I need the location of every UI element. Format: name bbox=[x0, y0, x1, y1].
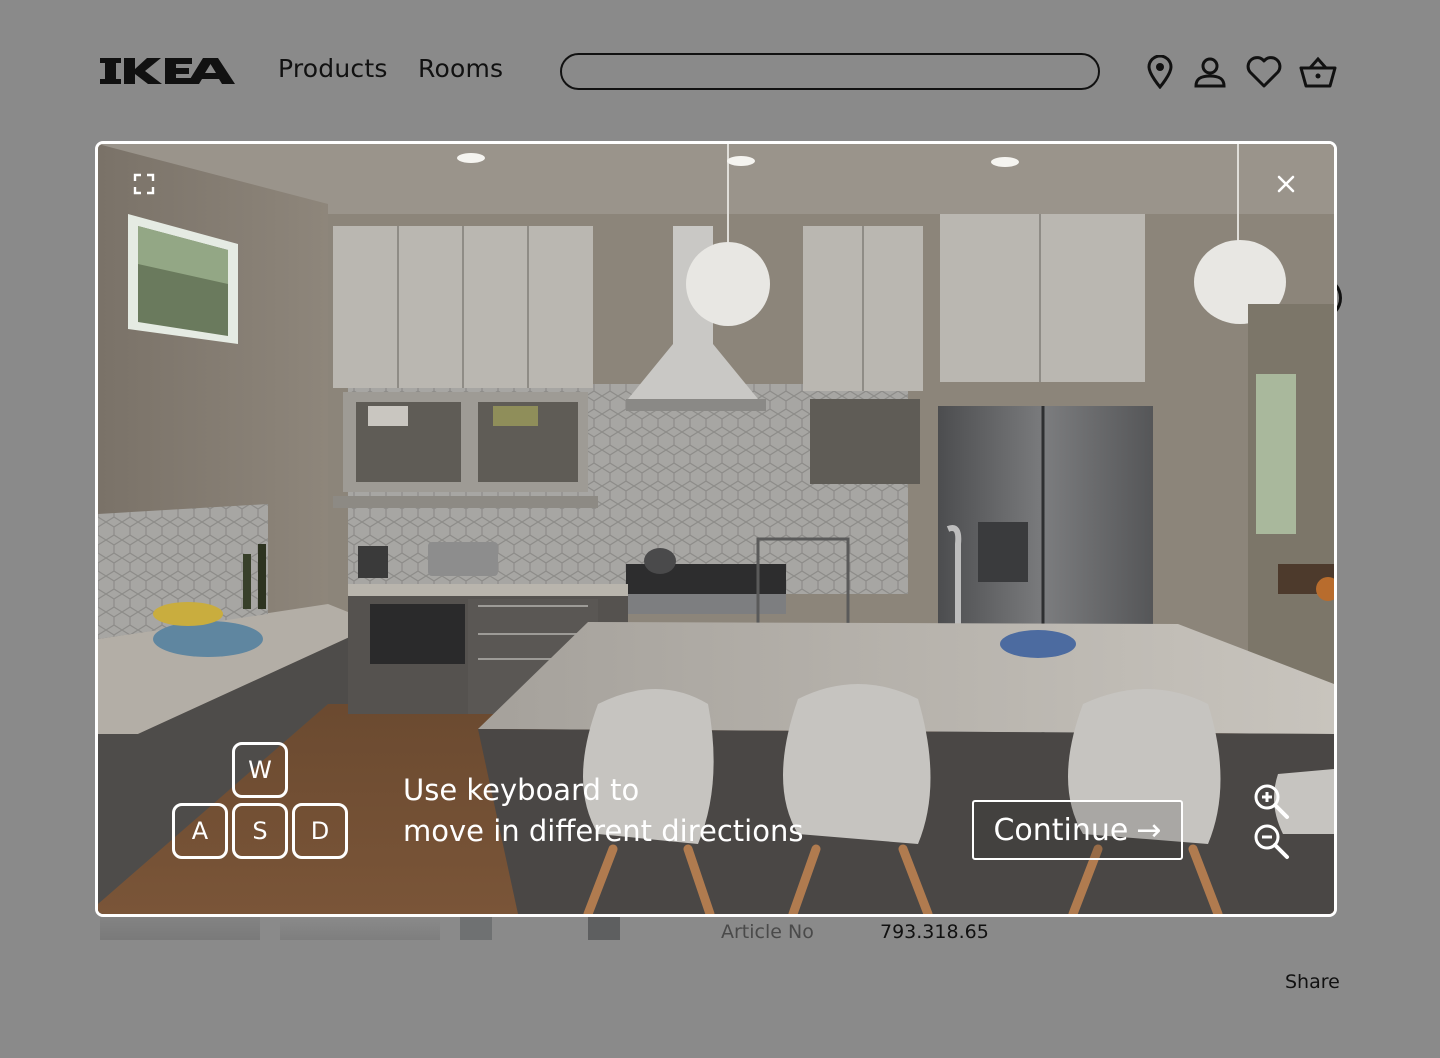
continue-label: Continue bbox=[993, 812, 1129, 848]
nav-products[interactable]: Products bbox=[278, 54, 388, 83]
arrow-right-icon: → bbox=[1136, 812, 1162, 848]
article-number-value: 793.318.65 bbox=[880, 921, 989, 943]
fullscreen-icon[interactable] bbox=[126, 166, 162, 202]
heart-icon[interactable] bbox=[1244, 52, 1284, 92]
zoom-in-icon[interactable] bbox=[1250, 780, 1292, 822]
key-d[interactable]: D bbox=[292, 803, 348, 859]
ikea-logo[interactable] bbox=[100, 58, 235, 84]
key-s[interactable]: S bbox=[232, 803, 288, 859]
article-number-label: Article No bbox=[721, 921, 814, 943]
zoom-out-icon[interactable] bbox=[1250, 820, 1292, 862]
hint-line-1: Use keyboard to bbox=[403, 773, 640, 807]
keyboard-hint-text: Use keyboard to move in different direct… bbox=[403, 770, 803, 852]
location-pin-icon[interactable] bbox=[1140, 52, 1180, 92]
nav-rooms[interactable]: Rooms bbox=[418, 54, 503, 83]
key-w[interactable]: W bbox=[232, 742, 288, 798]
search-input[interactable] bbox=[560, 53, 1100, 90]
wasd-keys-hint: W A S D bbox=[172, 742, 352, 862]
continue-button[interactable]: Continue → bbox=[972, 800, 1183, 860]
account-icon[interactable] bbox=[1190, 52, 1230, 92]
close-icon[interactable] bbox=[1268, 166, 1304, 202]
hint-line-2: move in different directions bbox=[403, 814, 804, 848]
key-a[interactable]: A bbox=[172, 803, 228, 859]
room-360-viewer[interactable]: W A S D Use keyboard to move in differen… bbox=[95, 141, 1337, 917]
basket-icon[interactable] bbox=[1298, 52, 1338, 92]
site-header: Products Rooms bbox=[0, 0, 1440, 140]
share-link[interactable]: Share bbox=[1285, 971, 1340, 993]
